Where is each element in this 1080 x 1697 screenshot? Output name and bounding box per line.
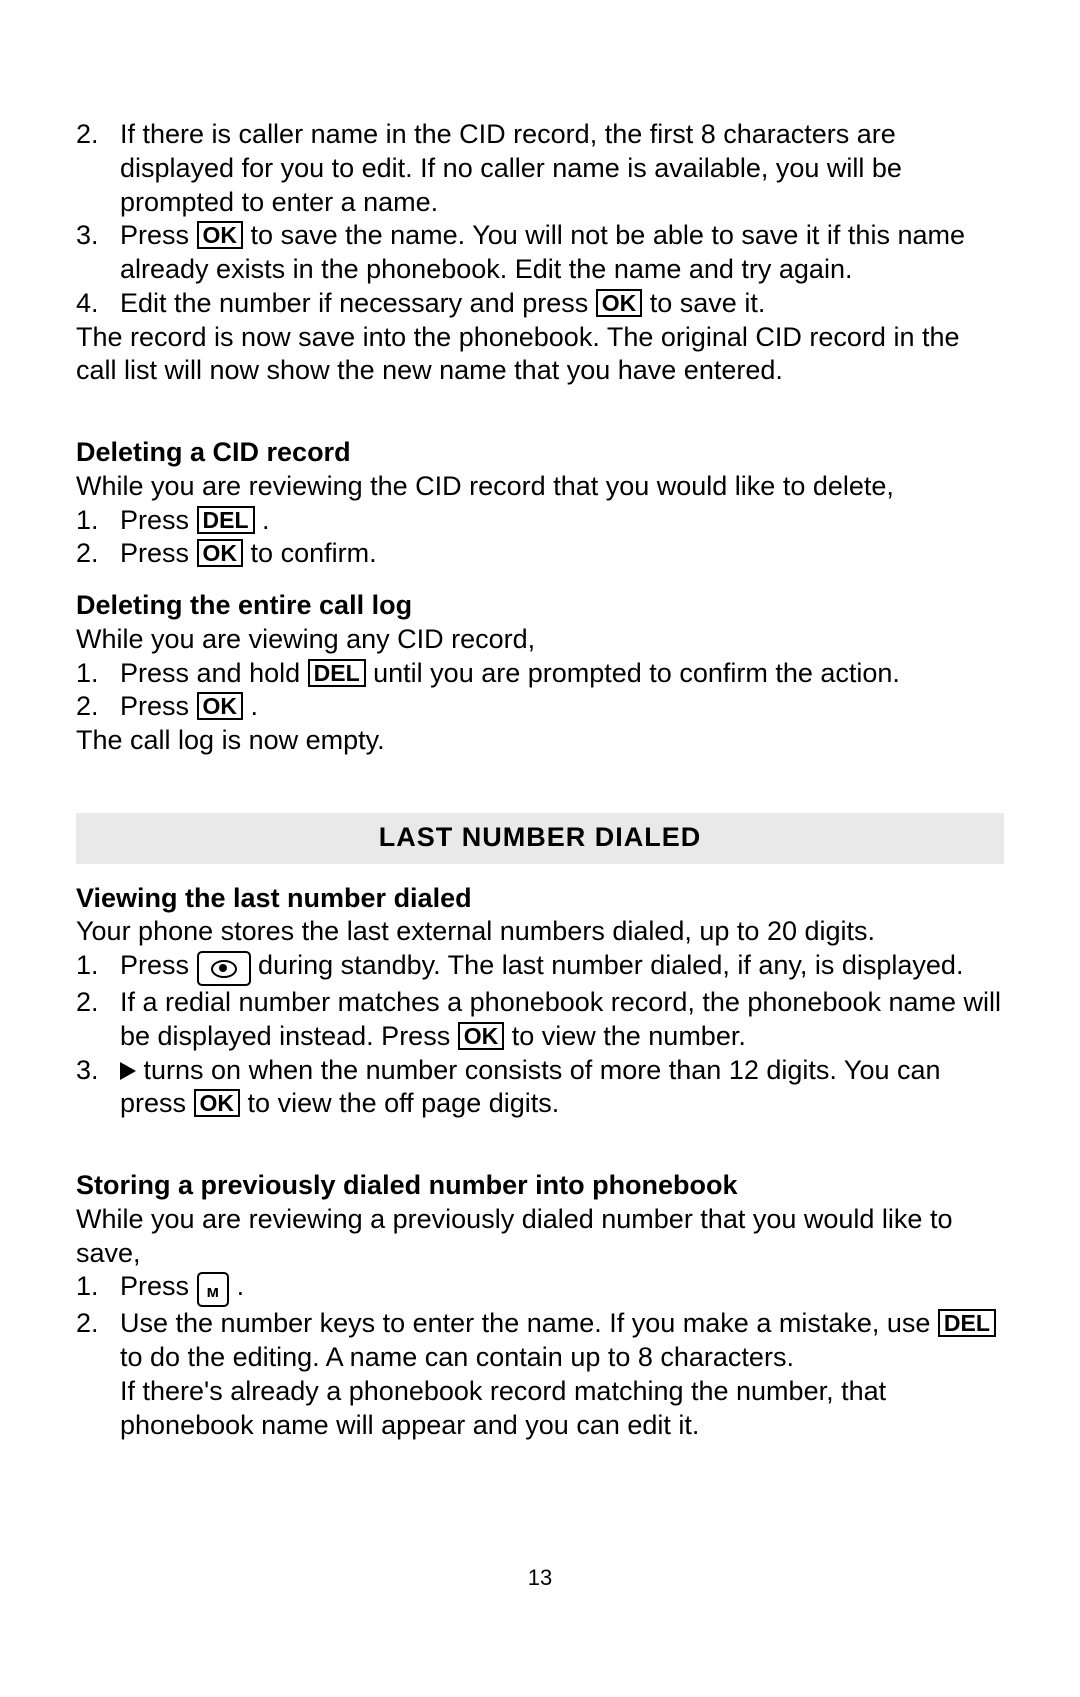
list-text: Use the number keys to enter the name. I…	[120, 1308, 938, 1338]
list-marker: 3.	[76, 219, 99, 253]
list-item: 1. Press during standby. The last number…	[76, 949, 1004, 986]
list-marker: 1.	[76, 504, 99, 538]
ok-key-icon: OK	[197, 539, 244, 567]
list-item: 3. turns on when the number consists of …	[76, 1054, 1004, 1122]
delete-cid-steps: 1. Press DEL . 2. Press OK to confirm.	[76, 504, 1004, 572]
list-marker: 2.	[76, 690, 99, 724]
list-item: 1. Press ᴍ .	[76, 1270, 1004, 1307]
book-icon: ᴍ	[207, 1283, 220, 1300]
list-marker: 2.	[76, 1307, 99, 1341]
list-text: Press	[120, 950, 197, 980]
subheading-store-number: Storing a previously dialed number into …	[76, 1169, 1004, 1203]
redial-key-icon	[197, 951, 251, 986]
list-item: 2. If there is caller name in the CID re…	[76, 118, 1004, 219]
del-key-icon: DEL	[308, 659, 366, 687]
subheading-deleting-cid: Deleting a CID record	[76, 436, 1004, 470]
list-text: to view the number.	[512, 1021, 746, 1051]
list-text: Press	[120, 220, 197, 250]
manual-page: 2. If there is caller name in the CID re…	[0, 0, 1080, 1697]
list-text: .	[237, 1271, 245, 1301]
list-text: to do the editing. A name can contain up…	[120, 1342, 794, 1372]
list-text: Press	[120, 538, 197, 568]
paragraph: The record is now save into the phoneboo…	[76, 321, 1004, 389]
ok-key-icon: OK	[596, 289, 643, 317]
phonebook-key-icon: ᴍ	[197, 1272, 230, 1307]
list-text: Press	[120, 505, 197, 535]
list-text: until you are prompted to confirm the ac…	[373, 658, 900, 688]
ok-key-icon: OK	[194, 1089, 241, 1117]
subheading-view-last: Viewing the last number dialed	[76, 882, 1004, 916]
list-marker: 4.	[76, 287, 99, 321]
eye-icon	[211, 960, 237, 978]
del-key-icon: DEL	[197, 506, 255, 534]
ok-key-icon: OK	[197, 692, 244, 720]
list-item: 4. Edit the number if necessary and pres…	[76, 287, 1004, 321]
delete-log-steps: 1. Press and hold DEL until you are prom…	[76, 657, 1004, 725]
del-key-icon: DEL	[938, 1309, 996, 1337]
store-number-steps: 1. Press ᴍ . 2. Use the number keys to e…	[76, 1270, 1004, 1442]
list-marker: 1.	[76, 949, 99, 983]
list-text: .	[262, 505, 270, 535]
list-text: Edit the number if necessary and press	[120, 288, 596, 318]
list-marker: 3.	[76, 1054, 99, 1088]
list-text: If there is caller name in the CID recor…	[120, 119, 902, 217]
list-text: to confirm.	[251, 538, 377, 568]
ok-key-icon: OK	[197, 221, 244, 249]
list-item: 2. Use the number keys to enter the name…	[76, 1307, 1004, 1442]
paragraph: The call log is now empty.	[76, 724, 1004, 758]
paragraph: While you are reviewing the CID record t…	[76, 470, 1004, 504]
ok-key-icon: OK	[458, 1022, 505, 1050]
page-content: 2. If there is caller name in the CID re…	[76, 118, 1004, 1442]
paragraph: While you are reviewing a previously dia…	[76, 1203, 1004, 1271]
view-last-steps: 1. Press during standby. The last number…	[76, 949, 1004, 1121]
list-text: Press	[120, 1271, 197, 1301]
list-item: 1. Press DEL .	[76, 504, 1004, 538]
list-text: during standby. The last number dialed, …	[258, 950, 963, 980]
list-text: .	[251, 691, 259, 721]
list-marker: 2.	[76, 537, 99, 571]
list-item: 2. Press OK .	[76, 690, 1004, 724]
page-number: 13	[0, 1565, 1080, 1591]
paragraph: While you are viewing any CID record,	[76, 623, 1004, 657]
list-marker: 1.	[76, 657, 99, 691]
subheading-deleting-log: Deleting the entire call log	[76, 589, 1004, 623]
list-item: 3. Press OK to save the name. You will n…	[76, 219, 1004, 287]
list-text: to save it.	[650, 288, 766, 318]
list-text: If there's already a phonebook record ma…	[120, 1376, 886, 1440]
cid-save-steps: 2. If there is caller name in the CID re…	[76, 118, 1004, 321]
section-header-last-number-dialed: LAST NUMBER DIALED	[76, 813, 1004, 864]
list-marker: 2.	[76, 118, 99, 152]
list-text: to view the off page digits.	[248, 1088, 560, 1118]
play-arrow-icon	[120, 1062, 136, 1080]
list-item: 2. If a redial number matches a phoneboo…	[76, 986, 1004, 1054]
list-marker: 2.	[76, 986, 99, 1020]
list-item: 2. Press OK to confirm.	[76, 537, 1004, 571]
list-marker: 1.	[76, 1270, 99, 1304]
list-item: 1. Press and hold DEL until you are prom…	[76, 657, 1004, 691]
list-text: Press	[120, 691, 197, 721]
paragraph: Your phone stores the last external numb…	[76, 915, 1004, 949]
list-text: to save the name. You will not be able t…	[120, 220, 965, 284]
list-text: Press and hold	[120, 658, 308, 688]
